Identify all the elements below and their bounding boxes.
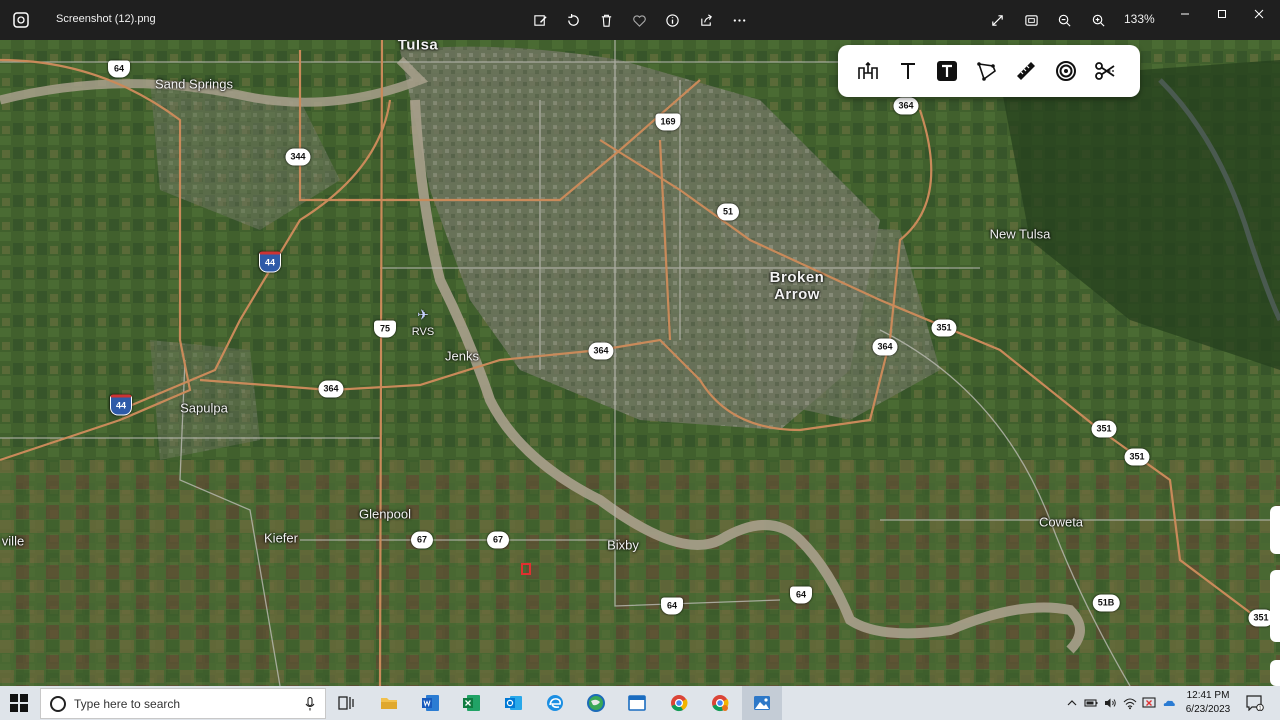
route-shield: 64 [790,586,812,604]
maximize-icon[interactable] [1207,6,1237,22]
file-explorer-icon[interactable] [376,690,402,716]
route-shield: 67 [411,531,433,549]
svg-text:1: 1 [1259,706,1262,712]
task-view-icon[interactable] [333,690,359,716]
chevron-up-icon[interactable] [1064,695,1080,711]
scissors-tool-icon[interactable] [1089,55,1121,87]
windows-start-icon[interactable] [10,694,28,712]
photos-icon[interactable] [749,690,775,716]
zoom-in-icon[interactable] [1087,10,1109,30]
place-label: Tulsa [397,40,439,54]
road-sign-icon[interactable] [852,55,884,87]
route-shield: 75 [374,320,396,338]
route-shield: 64 [108,60,130,78]
text-box-tool-icon[interactable] [931,55,963,87]
word-icon[interactable] [418,690,444,716]
measure-tool-icon[interactable] [1010,55,1042,87]
place-label: Broken Arrow [769,269,825,303]
taskbar-search[interactable] [40,688,326,719]
battery-icon[interactable] [1083,695,1099,711]
place-label: Bixby [607,537,639,553]
clock-time: 12:41 PM [1186,690,1230,701]
map-image[interactable]: Tulsa Sand Springs New Tulsa Broken Arro… [0,40,1280,686]
title-bar: Screenshot (12).png 133% [0,0,1280,40]
route-shield: 51B [1092,594,1120,612]
polygon-tool-icon[interactable] [971,55,1003,87]
search-input[interactable] [74,696,284,711]
route-shield: 364 [588,342,614,360]
photos-app-icon [13,12,29,28]
chrome-alt-icon[interactable] [707,690,733,716]
route-shield: 364 [893,97,919,115]
place-label: Coweta [1038,514,1084,530]
markup-toolbar [838,45,1140,97]
text-tool-icon[interactable] [892,55,924,87]
route-shield: 169 [655,113,681,131]
window-app-icon[interactable] [624,690,650,716]
place-label: New Tulsa [989,226,1051,242]
edge-icon[interactable] [542,690,568,716]
route-shield: 364 [872,338,898,356]
zoom-out-icon[interactable] [1053,10,1075,30]
side-panel-handle[interactable] [1270,506,1280,554]
microphone-icon[interactable] [305,697,315,711]
place-label: Kiefer [264,530,298,546]
route-shield: 351 [1124,448,1150,466]
place-label: Jenks [445,348,479,364]
side-panel-handle[interactable] [1270,570,1280,642]
route-shield: 64 [661,597,683,615]
favorite-icon[interactable] [628,10,650,30]
zoom-level[interactable]: 133% [1124,12,1155,26]
security-alert-icon[interactable] [1141,695,1157,711]
route-shield: 344 [285,148,311,166]
chrome-icon[interactable] [666,690,692,716]
taskbar: 12:41 PM 6/23/2023 1 [0,686,1280,720]
minimize-icon[interactable] [1170,6,1200,22]
airport-icon: ✈ [417,306,429,323]
cortana-icon [50,695,66,712]
notification-icon[interactable]: 1 [1246,695,1264,711]
browser-globe-icon[interactable] [583,690,609,716]
onedrive-icon[interactable] [1161,695,1177,711]
system-clock[interactable]: 12:41 PM 6/23/2023 [1180,689,1236,717]
clock-date: 6/23/2023 [1185,704,1231,715]
share-icon[interactable] [695,10,717,30]
more-icon[interactable] [728,10,750,30]
place-label: Sapulpa [180,400,228,416]
fit-to-window-icon[interactable] [986,10,1008,30]
route-shield: 67 [487,531,509,549]
route-shield: 351 [1091,420,1117,438]
edit-image-icon[interactable] [529,10,551,30]
photos-app-window: Screenshot (12).png 133% Tulsa Sand Spri… [0,0,1280,720]
actual-size-icon[interactable] [1020,10,1042,30]
route-shield: 44 [258,251,282,273]
place-label: RVS [411,326,435,338]
satellite-map [0,40,1280,686]
place-label: ville [1,533,25,549]
route-shield: 351 [931,319,957,337]
delete-icon[interactable] [595,10,617,30]
place-label: Glenpool [358,506,412,522]
excel-icon[interactable] [459,690,485,716]
route-shield: 51 [717,203,739,221]
volume-icon[interactable] [1102,695,1118,711]
rotate-icon[interactable] [562,10,584,30]
side-panel-handle[interactable] [1270,660,1280,686]
place-label: Sand Springs [154,76,234,92]
outlook-icon[interactable] [501,690,527,716]
info-icon[interactable] [661,10,683,30]
circle-tool-icon[interactable] [1050,55,1082,87]
wifi-icon[interactable] [1122,695,1138,711]
close-icon[interactable] [1244,6,1274,22]
file-name: Screenshot (12).png [56,13,156,25]
route-shield: 44 [109,394,133,416]
route-shield: 364 [318,380,344,398]
